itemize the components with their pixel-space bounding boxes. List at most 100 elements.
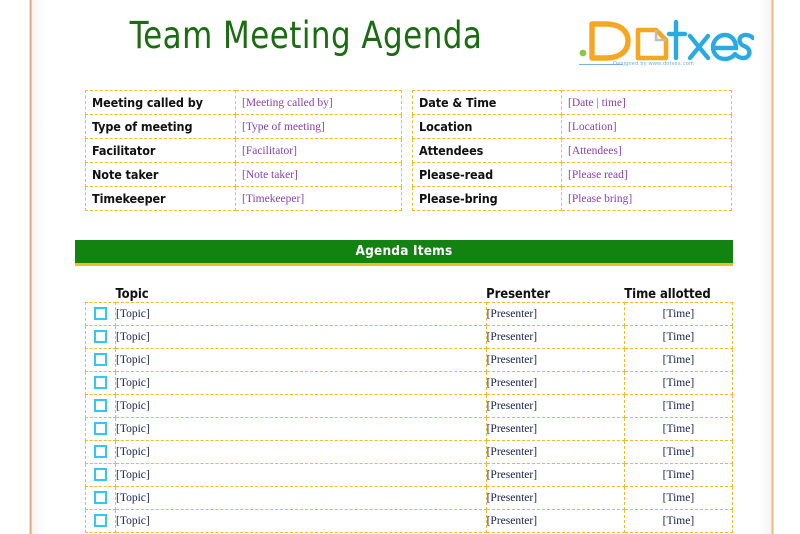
agenda-table-head: Topic Presenter Time allotted: [85, 282, 733, 303]
meeting-info-right-value[interactable]: [Location]: [561, 114, 732, 139]
agenda-row-presenter[interactable]: [Presenter]: [485, 348, 625, 372]
agenda-row-topic[interactable]: [Topic]: [115, 371, 487, 395]
agenda-row-time-allotted[interactable]: [Time]: [623, 348, 734, 372]
meeting-info-left-label: Meeting called by: [85, 90, 236, 115]
meeting-info-right-body: Date & Time [Date | time] Location [Locatio…: [412, 90, 732, 211]
meeting-info-left-value[interactable]: [Type of meeting]: [235, 114, 402, 139]
meeting-info-left-row: Facilitator [Facilitator]: [85, 138, 402, 163]
agenda-table-row: [Topic] [Presenter] [Time]: [84, 348, 734, 372]
agenda-row-time-allotted[interactable]: [Time]: [623, 440, 734, 464]
agenda-row-presenter[interactable]: [Presenter]: [485, 302, 625, 326]
checkbox-icon[interactable]: [94, 376, 108, 390]
agenda-row-checkbox-cell[interactable]: [84, 394, 117, 418]
agenda-row-presenter[interactable]: [Presenter]: [485, 371, 625, 395]
meeting-info-right-row: Attendees [Attendees]: [412, 138, 732, 163]
meeting-info-right-row: Date & Time [Date | time]: [412, 90, 732, 115]
dotxes-logo: Designed by www.dotxes.com: [576, 18, 754, 74]
checkbox-icon[interactable]: [94, 399, 108, 413]
right-page-shadow: [758, 0, 772, 534]
meeting-info-right-label: Date & Time: [412, 90, 562, 115]
agenda-row-presenter[interactable]: [Presenter]: [485, 463, 625, 487]
agenda-row-checkbox-cell[interactable]: [84, 486, 117, 510]
checkbox-icon[interactable]: [94, 445, 108, 459]
agenda-table-row: [Topic] [Presenter] [Time]: [84, 417, 734, 441]
dotxes-logo-icon: [579, 19, 754, 62]
agenda-header-time-allotted: Time allotted: [624, 282, 733, 303]
meeting-info-left-value[interactable]: [Note taker]: [235, 162, 402, 187]
agenda-row-time-allotted[interactable]: [Time]: [623, 509, 734, 533]
meeting-info-right-row: Please-bring [Please bring]: [412, 186, 732, 211]
left-page-shadow: [32, 0, 46, 534]
agenda-row-presenter[interactable]: [Presenter]: [485, 394, 625, 418]
checkbox-icon[interactable]: [94, 514, 108, 528]
meeting-info-table-left: Meeting called by [Meeting called by] Type…: [85, 90, 402, 211]
checkbox-icon[interactable]: [94, 422, 108, 436]
agenda-row-time-allotted[interactable]: [Time]: [623, 486, 734, 510]
meeting-info-left-body: Meeting called by [Meeting called by] Type…: [85, 90, 402, 211]
agenda-row-checkbox-cell[interactable]: [84, 417, 117, 441]
agenda-header-row: Topic Presenter Time allotted: [85, 282, 733, 303]
meeting-info-left-label: Type of meeting: [85, 114, 236, 139]
agenda-table-row: [Topic] [Presenter] [Time]: [84, 440, 734, 464]
meeting-info-left-value[interactable]: [Facilitator]: [235, 138, 402, 163]
agenda-header-checkbox: [85, 282, 116, 303]
agenda-row-topic[interactable]: [Topic]: [115, 486, 487, 510]
agenda-row-topic[interactable]: [Topic]: [115, 348, 487, 372]
agenda-row-topic[interactable]: [Topic]: [115, 463, 487, 487]
agenda-row-topic[interactable]: [Topic]: [115, 440, 487, 464]
agenda-row-checkbox-cell[interactable]: [84, 463, 117, 487]
agenda-row-checkbox-cell[interactable]: [84, 371, 117, 395]
meeting-info-right-value[interactable]: [Date | time]: [561, 90, 732, 115]
agenda-header-presenter: Presenter: [486, 282, 625, 303]
page-title: Team Meeting Agenda: [129, 14, 483, 57]
agenda-row-presenter[interactable]: [Presenter]: [485, 486, 625, 510]
checkbox-icon[interactable]: [94, 330, 108, 344]
meeting-info-right-value[interactable]: [Attendees]: [561, 138, 732, 163]
meeting-info-left-row: Meeting called by [Meeting called by]: [85, 90, 402, 115]
meeting-info-left-value[interactable]: [Timekeeper]: [235, 186, 402, 211]
agenda-table-body: [Topic] [Presenter] [Time] [Topic] [Presente…: [84, 302, 734, 533]
agenda-row-topic[interactable]: [Topic]: [115, 325, 487, 349]
agenda-table-row: [Topic] [Presenter] [Time]: [84, 509, 734, 533]
agenda-row-time-allotted[interactable]: [Time]: [623, 463, 734, 487]
agenda-row-topic[interactable]: [Topic]: [115, 509, 487, 533]
agenda-row-time-allotted[interactable]: [Time]: [623, 371, 734, 395]
agenda-header-topic: Topic: [115, 282, 487, 303]
meeting-info-left-label: Note taker: [85, 162, 236, 187]
agenda-row-time-allotted[interactable]: [Time]: [623, 394, 734, 418]
agenda-row-time-allotted[interactable]: [Time]: [623, 325, 734, 349]
agenda-row-checkbox-cell[interactable]: [84, 302, 117, 326]
document-page: Team Meeting Agenda Designed by www.dotx…: [0, 0, 800, 534]
agenda-row-presenter[interactable]: [Presenter]: [485, 440, 625, 464]
agenda-row-topic[interactable]: [Topic]: [115, 302, 487, 326]
meeting-info-table-right: Date & Time [Date | time] Location [Locatio…: [412, 90, 732, 211]
checkbox-icon[interactable]: [94, 468, 108, 482]
agenda-row-topic[interactable]: [Topic]: [115, 394, 487, 418]
agenda-table-row: [Topic] [Presenter] [Time]: [84, 325, 734, 349]
meeting-info-left-value[interactable]: [Meeting called by]: [235, 90, 402, 115]
agenda-row-checkbox-cell[interactable]: [84, 348, 117, 372]
meeting-info-right-label: Attendees: [412, 138, 562, 163]
checkbox-icon[interactable]: [94, 491, 108, 505]
meeting-info-right-label: Please-bring: [412, 186, 562, 211]
checkbox-icon[interactable]: [94, 307, 108, 321]
meeting-info-left-row: Note taker [Note taker]: [85, 162, 402, 187]
checkbox-icon[interactable]: [94, 353, 108, 367]
agenda-row-presenter[interactable]: [Presenter]: [485, 325, 625, 349]
document-header: Team Meeting Agenda Designed by www.dotx…: [46, 14, 754, 76]
agenda-row-time-allotted[interactable]: [Time]: [623, 417, 734, 441]
agenda-row-checkbox-cell[interactable]: [84, 440, 117, 464]
agenda-row-presenter[interactable]: [Presenter]: [485, 509, 625, 533]
agenda-row-checkbox-cell[interactable]: [84, 325, 117, 349]
meeting-info-right-value[interactable]: [Please read]: [561, 162, 732, 187]
agenda-row-topic[interactable]: [Topic]: [115, 417, 487, 441]
agenda-items-table: Topic Presenter Time allotted [Topic] [Pr…: [84, 282, 734, 533]
agenda-row-time-allotted[interactable]: [Time]: [623, 302, 734, 326]
meeting-info-left-label: Timekeeper: [85, 186, 236, 211]
meeting-info-right-value[interactable]: [Please bring]: [561, 186, 732, 211]
agenda-row-checkbox-cell[interactable]: [84, 509, 117, 533]
agenda-row-presenter[interactable]: [Presenter]: [485, 417, 625, 441]
agenda-table-row: [Topic] [Presenter] [Time]: [84, 394, 734, 418]
agenda-items-banner: Agenda Items: [75, 240, 733, 266]
meeting-info-left-label: Facilitator: [85, 138, 236, 163]
